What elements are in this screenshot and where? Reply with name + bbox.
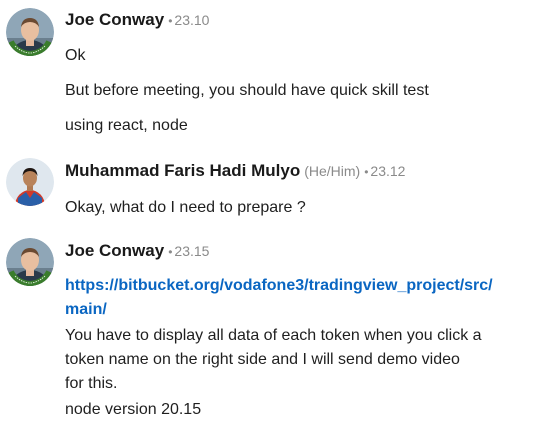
message-text: You have to display all data of each tok… — [65, 327, 482, 344]
profile-photo-icon — [6, 158, 54, 206]
sender-avatar[interactable] — [6, 8, 54, 56]
sender-name[interactable]: Joe Conway — [65, 10, 164, 29]
message-group: Joe Conway • 23.15 https://bitbucket.org/v… — [0, 230, 552, 430]
message-text: But before meeting, you should have quic… — [65, 82, 429, 99]
timestamp: 23.12 — [370, 163, 406, 179]
sender-avatar[interactable] — [6, 158, 54, 206]
message-header: Joe Conway • 23.10 — [65, 10, 209, 31]
bitbucket-link[interactable]: https://bitbucket.org/vodafone3/tradingv… — [65, 277, 493, 294]
profile-photo-opentowork-icon — [6, 8, 54, 56]
message-text: for this. — [65, 375, 118, 392]
timestamp: 23.15 — [174, 243, 210, 259]
pronouns: (He/Him) — [304, 163, 361, 179]
message-text: Ok — [65, 47, 86, 64]
timestamp: 23.10 — [174, 12, 210, 28]
separator-dot: • — [168, 14, 173, 28]
message-link[interactable]: https://bitbucket.org/vodafone3/tradingv… — [65, 275, 493, 297]
message-link[interactable]: main/ — [65, 299, 107, 321]
profile-photo-opentowork-icon — [6, 238, 54, 286]
message-header: Muhammad Faris Hadi Mulyo (He/Him) • 23.12 — [65, 161, 405, 182]
separator-dot: • — [364, 165, 369, 179]
sender-name[interactable]: Joe Conway — [65, 241, 164, 260]
message-text: using react, node — [65, 117, 188, 134]
bitbucket-link-continued[interactable]: main/ — [65, 301, 107, 318]
sender-avatar[interactable] — [6, 238, 54, 286]
separator-dot: • — [168, 245, 173, 259]
sender-name[interactable]: Muhammad Faris Hadi Mulyo — [65, 161, 300, 180]
message-header: Joe Conway • 23.15 — [65, 241, 209, 262]
message-text: Okay, what do I need to prepare ? — [65, 199, 306, 216]
message-text: node version 20.15 — [65, 401, 202, 418]
message-text: token name on the right side and I will … — [65, 351, 460, 368]
message-group: Muhammad Faris Hadi Mulyo (He/Him) • 23.12 … — [0, 150, 552, 230]
message-group: Joe Conway • 23.10 Ok But before meeting, … — [0, 0, 552, 150]
